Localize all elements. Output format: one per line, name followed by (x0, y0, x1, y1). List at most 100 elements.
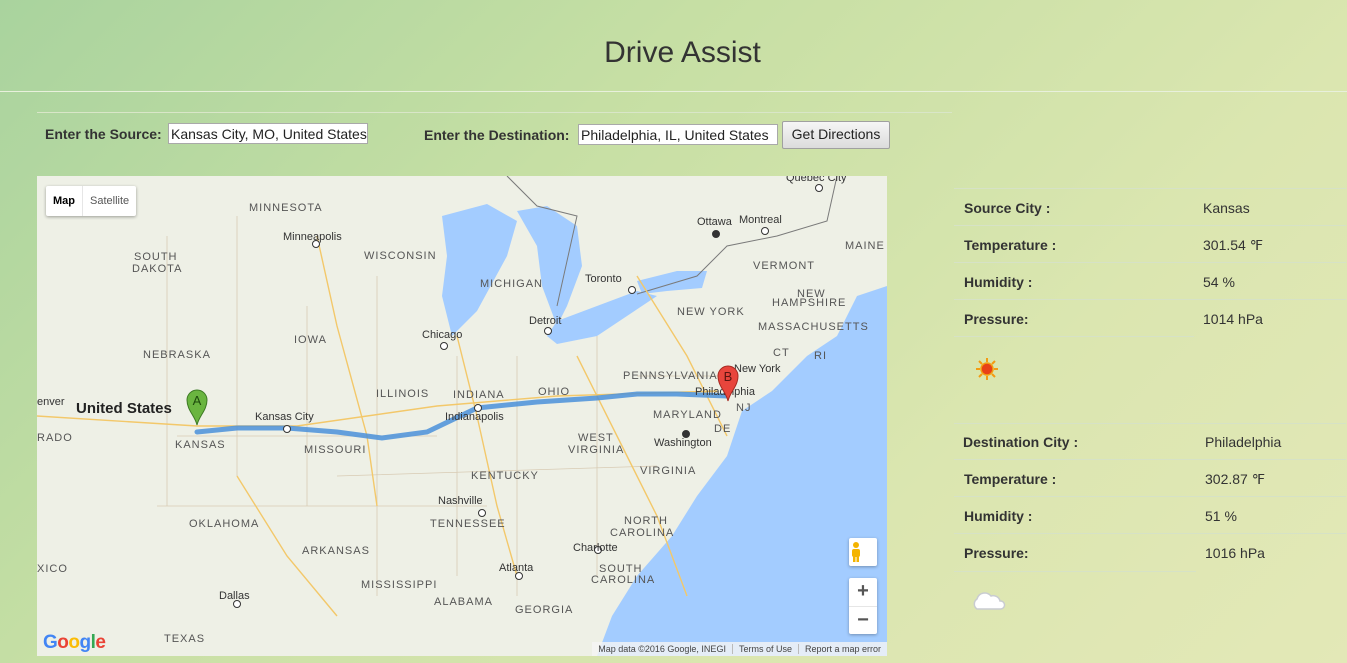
map-label: United States (76, 400, 172, 417)
map-label: OKLAHOMA (189, 518, 260, 530)
source-city-label: Source City : (964, 200, 1051, 216)
zoom-control: + − (849, 578, 877, 634)
map-label: Detroit (529, 315, 562, 327)
map-label: IOWA (294, 334, 327, 346)
zoom-in-button[interactable]: + (849, 578, 877, 607)
map-label: Nashville (438, 495, 483, 507)
map-label: NEBRASKA (143, 349, 211, 361)
destination-weather-panel: Destination City : Philadelphia Temperat… (954, 423, 1346, 570)
map-label: New York (734, 363, 781, 375)
map-label: Montreal (739, 214, 782, 226)
source-divider (954, 336, 1194, 337)
source-pressure-row: Pressure: 1014 hPa (954, 299, 1346, 336)
map-label: WISCONSIN (364, 250, 437, 262)
map-label: Quebec City (786, 176, 847, 184)
city-dot (544, 327, 552, 335)
map-label: Dallas (219, 590, 250, 602)
map-label: KANSAS (175, 439, 226, 451)
map-label: DE (714, 423, 732, 435)
map-label: enver (37, 396, 65, 408)
pegman-icon (852, 542, 860, 562)
map-label: ARKANSAS (302, 545, 370, 557)
source-temperature-row: Temperature : 301.54 ℉ (954, 225, 1346, 262)
city-dot (761, 227, 769, 235)
cloud-icon (973, 592, 1006, 610)
map-label: Atlanta (499, 562, 534, 574)
map-label: NEW YORK (677, 306, 745, 318)
report-map-error-link[interactable]: Report a map error (797, 644, 887, 654)
map-type-map-button[interactable]: Map (46, 186, 83, 216)
map-label: Charlotte (573, 542, 618, 554)
source-humidity-label: Humidity : (964, 274, 1033, 290)
source-city-value: Kansas (1203, 200, 1250, 216)
map-label: TENNESSEE (430, 518, 506, 530)
page-title: Drive Assist (604, 36, 761, 69)
map-attribution: Map data ©2016 Google, INEGI Terms of Us… (592, 642, 887, 656)
marker-b-icon[interactable]: B (717, 364, 739, 402)
source-humidity-value: 54 % (1203, 274, 1235, 290)
map-label: Washington (654, 437, 712, 449)
destination-label: Enter the Destination: (424, 127, 570, 143)
map-label: MICHIGAN (480, 278, 543, 290)
map-label: Kansas City (255, 411, 314, 423)
destination-humidity-value: 51 % (1205, 508, 1237, 524)
map-label: ILLINOIS (376, 388, 430, 400)
terms-of-use-link[interactable]: Terms of Use (731, 644, 798, 654)
zoom-out-button[interactable]: − (849, 607, 877, 635)
destination-city-row: Destination City : Philadelphia (954, 423, 1346, 459)
city-dot (628, 286, 636, 294)
page-header: Drive Assist (0, 0, 1347, 92)
source-weather-panel: Source City : Kansas Temperature : 301.5… (954, 188, 1346, 336)
map-label: WEST (578, 432, 614, 444)
destination-temperature-row: Temperature : 302.87 ℉ (954, 459, 1346, 496)
form-divider (37, 112, 952, 113)
lake-michigan-huron (517, 206, 582, 326)
source-pressure-value: 1014 hPa (1203, 311, 1263, 327)
destination-humidity-label: Humidity : (964, 508, 1033, 524)
google-logo[interactable]: Google (43, 632, 106, 654)
map-label: MASSACHUSETTS (758, 321, 869, 333)
destination-temperature-value: 302.87 ℉ (1205, 471, 1266, 487)
map-label: KENTUCKY (471, 470, 539, 482)
marker-a-label: A (193, 393, 202, 408)
city-dot (283, 425, 291, 433)
highways (37, 235, 728, 617)
map-label: RI (814, 350, 827, 362)
destination-divider (954, 571, 1196, 572)
source-humidity-row: Humidity : 54 % (954, 262, 1346, 299)
destination-input[interactable]: Philadelphia, IL, United States (578, 124, 778, 145)
map-label: Toronto (585, 273, 622, 285)
get-directions-button[interactable]: Get Directions (782, 121, 890, 149)
map-label: XICO (37, 563, 68, 575)
map-label: VIRGINIA (640, 465, 697, 477)
source-input[interactable]: Kansas City, MO, United States (168, 123, 368, 144)
marker-a-icon[interactable]: A (186, 388, 208, 426)
map-label: SOUTH (134, 251, 178, 263)
destination-city-label: Destination City : (963, 434, 1079, 450)
map-label: MINNESOTA (249, 202, 323, 214)
map-label: Indianapolis (445, 411, 504, 423)
destination-pressure-label: Pressure: (964, 545, 1029, 561)
map-type-satellite-button[interactable]: Satellite (83, 186, 136, 216)
map-data-text: Map data ©2016 Google, INEGI (598, 644, 726, 654)
city-dot (712, 230, 720, 238)
destination-pressure-row: Pressure: 1016 hPa (954, 533, 1346, 570)
map-label: CAROLINA (610, 527, 675, 539)
map-label: NJ (736, 402, 752, 414)
marker-b-label: B (724, 369, 733, 384)
map-label: Ottawa (697, 216, 732, 228)
map-label: RADO (37, 432, 73, 444)
map-label: Chicago (422, 329, 463, 341)
lake-michigan (442, 204, 517, 336)
map-label: HAMPSHIRE (772, 297, 847, 309)
map-label: TEXAS (164, 633, 206, 645)
sun-icon (976, 358, 998, 380)
street-view-pegman-icon[interactable] (849, 538, 877, 566)
source-pressure-label: Pressure: (964, 311, 1029, 327)
map-view[interactable]: Quebec City Ottawa Montreal MINNESOTA MA… (37, 176, 887, 656)
map-label: MISSISSIPPI (361, 579, 438, 591)
source-temperature-value: 301.54 ℉ (1203, 237, 1264, 253)
map-label: CAROLINA (591, 574, 656, 586)
destination-pressure-value: 1016 hPa (1205, 545, 1265, 561)
map-label: CT (773, 347, 790, 359)
